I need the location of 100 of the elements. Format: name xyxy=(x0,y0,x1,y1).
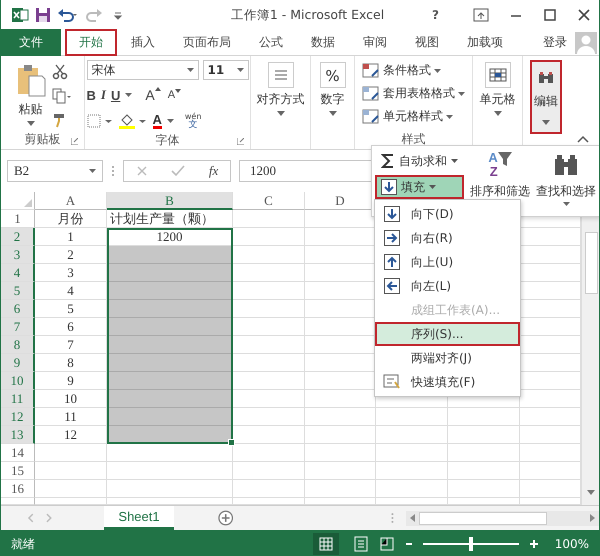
zoom-out-icon[interactable] xyxy=(404,540,413,548)
row-header[interactable]: 14 xyxy=(1,444,35,462)
caret-icon[interactable] xyxy=(125,93,132,97)
menu-button[interactable]: 填充 xyxy=(375,175,464,199)
ribbon-tab[interactable]: 插入 xyxy=(117,29,169,56)
cells-button[interactable]: 单元格 xyxy=(478,60,518,118)
row-header[interactable]: 6 xyxy=(1,300,35,318)
dialog-launcher-icon[interactable] xyxy=(237,138,244,145)
table-cell xyxy=(305,462,376,480)
row-header[interactable]: 15 xyxy=(1,462,35,480)
table-cell xyxy=(376,408,448,426)
ribbon-tab[interactable]: 加载项 xyxy=(453,29,517,56)
table-cell: 7 xyxy=(35,336,107,354)
editing-button[interactable]: 编辑 xyxy=(530,60,562,134)
caret-icon[interactable] xyxy=(166,119,174,123)
font-size-field[interactable]: 11 xyxy=(202,60,248,80)
sheet-tab[interactable]: Sheet1 xyxy=(104,506,174,530)
menu-item[interactable]: 向右(R) xyxy=(375,226,520,250)
row-header[interactable]: 10 xyxy=(1,372,35,390)
menu-item[interactable]: 向上(U) xyxy=(375,250,520,274)
borders-icon[interactable] xyxy=(86,114,112,128)
menu-item[interactable]: 序列(S)... xyxy=(375,322,520,346)
italic-button[interactable]: I xyxy=(100,87,106,103)
row-header[interactable]: 1 xyxy=(1,210,35,228)
styles-menu-button[interactable]: 单元格样式 xyxy=(362,106,465,127)
cut-icon[interactable] xyxy=(52,64,68,80)
row-header[interactable]: 12 xyxy=(1,408,35,426)
table-cell xyxy=(233,354,305,372)
add-sheet-icon[interactable] xyxy=(218,510,234,526)
font-color-button[interactable]: A xyxy=(152,113,162,129)
zoom-level[interactable]: 100% xyxy=(554,537,589,551)
styles-menu-button[interactable]: 套用表格格式 xyxy=(362,83,465,104)
row-header[interactable]: 9 xyxy=(1,354,35,372)
scroll-down-icon[interactable] xyxy=(587,490,595,495)
row-header[interactable]: 3 xyxy=(1,246,35,264)
copy-icon[interactable] xyxy=(52,88,72,104)
underline-button[interactable]: U xyxy=(110,88,120,102)
collapse-ribbon-icon[interactable] xyxy=(577,135,589,143)
insert-function-button[interactable]: fx xyxy=(208,163,218,179)
page-break-icon[interactable] xyxy=(378,536,395,552)
bold-button[interactable]: B xyxy=(86,88,96,102)
ribbon-tab[interactable]: 视图 xyxy=(401,29,453,56)
number-format-button[interactable]: % 数字 xyxy=(318,60,348,118)
table-cell xyxy=(233,390,305,408)
ribbon-tab[interactable]: 审阅 xyxy=(349,29,401,56)
row-header[interactable]: 8 xyxy=(1,336,35,354)
caret-icon xyxy=(562,202,570,206)
menu-item[interactable]: 快速填充(F) xyxy=(375,370,520,394)
ribbon-tab[interactable]: 页面布局 xyxy=(169,29,245,56)
table-cell: 计划生产量（颗） xyxy=(107,210,233,228)
row-header[interactable]: 11 xyxy=(1,390,35,408)
styles-menu-button[interactable]: 条件格式 xyxy=(362,60,465,81)
fill-color-icon[interactable] xyxy=(118,113,148,129)
menu-item[interactable]: 两端对齐(J) xyxy=(375,346,520,370)
dialog-launcher-icon[interactable] xyxy=(71,138,78,145)
phonetic-guide-button[interactable]: wén 文 xyxy=(184,112,202,130)
scroll-thumb[interactable] xyxy=(585,232,598,294)
font-name-field[interactable]: 宋体 xyxy=(86,60,198,80)
ribbon-tab[interactable]: 公式 xyxy=(245,29,297,56)
splitter-grip-icon[interactable] xyxy=(391,512,394,524)
maximize-icon[interactable] xyxy=(543,8,557,22)
save-icon[interactable] xyxy=(35,7,51,23)
table-cell xyxy=(448,444,520,462)
table-style-icon xyxy=(362,108,380,124)
row-header[interactable]: 2 xyxy=(1,228,35,246)
zoom-in-icon[interactable] xyxy=(528,539,539,549)
scroll-thumb[interactable] xyxy=(418,512,547,524)
sign-in-link[interactable]: 登录 xyxy=(543,34,567,51)
close-icon[interactable] xyxy=(577,8,591,22)
grow-font-button[interactable]: A xyxy=(145,87,161,103)
row-header[interactable]: 16 xyxy=(1,480,35,498)
row-header[interactable]: 4 xyxy=(1,264,35,282)
scroll-left-icon[interactable] xyxy=(410,514,415,522)
normal-view-icon[interactable] xyxy=(312,533,339,555)
table-cell xyxy=(233,246,305,264)
page-layout-icon[interactable] xyxy=(352,536,369,552)
row-header[interactable]: 7 xyxy=(1,318,35,336)
shrink-font-button[interactable]: A xyxy=(168,89,182,101)
ribbon-tab[interactable]: 文件 xyxy=(1,29,61,56)
ribbon-tab[interactable]: 数据 xyxy=(297,29,349,56)
alignment-button[interactable]: 对齐方式 xyxy=(254,60,306,118)
column-header[interactable]: C xyxy=(233,192,305,210)
menu-item[interactable]: 向左(L) xyxy=(375,274,520,298)
table-cell: 8 xyxy=(35,354,107,372)
column-header[interactable]: B xyxy=(107,192,233,210)
scroll-right-icon[interactable] xyxy=(590,514,595,522)
ribbon-tab[interactable]: 开始 xyxy=(65,29,117,56)
row-header[interactable]: 13 xyxy=(1,426,35,444)
paste-button[interactable]: 粘贴 xyxy=(14,62,48,128)
name-box[interactable]: B2 xyxy=(7,160,103,182)
find-select-button[interactable]: 查找和选择 xyxy=(536,149,596,213)
row-header[interactable]: 5 xyxy=(1,282,35,300)
table-cell: 11 xyxy=(35,408,107,426)
table-cell: 12 xyxy=(35,426,107,444)
help-button[interactable]: ? xyxy=(432,8,439,22)
undo-icon[interactable] xyxy=(57,7,79,23)
horizontal-scrollbar[interactable] xyxy=(406,510,599,526)
menu-button[interactable]: 自动求和 xyxy=(375,149,464,173)
ribbon-display-icon[interactable] xyxy=(473,8,489,22)
table-cell: 9 xyxy=(35,372,107,390)
